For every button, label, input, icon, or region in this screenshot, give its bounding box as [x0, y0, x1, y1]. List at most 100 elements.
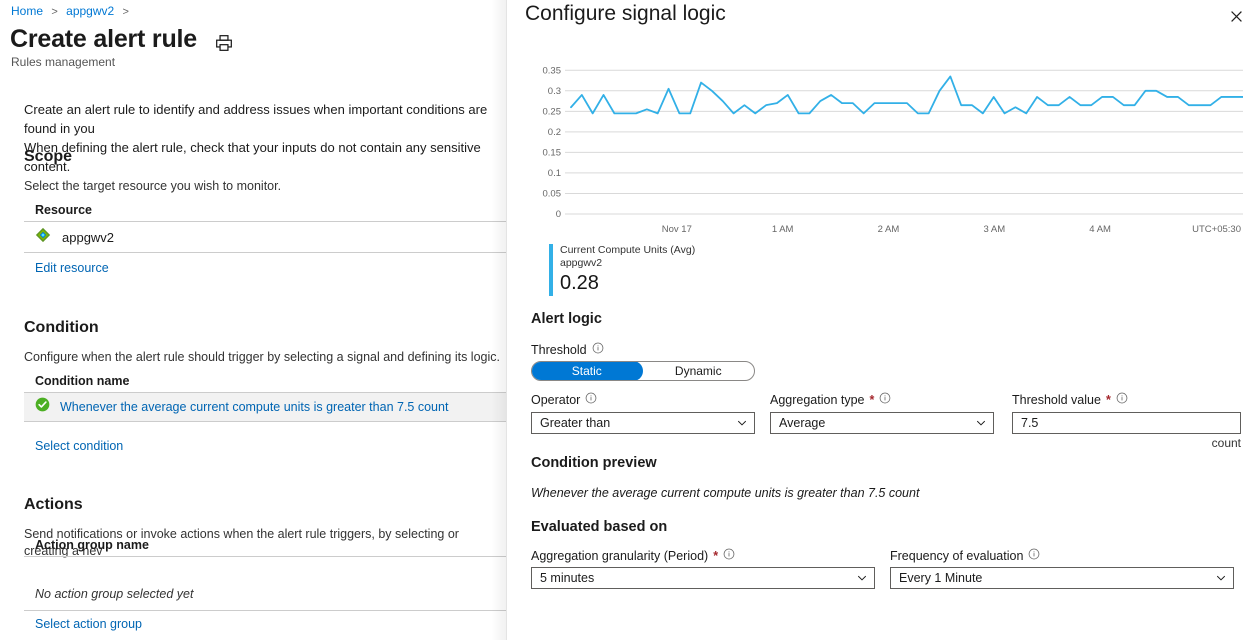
actions-heading: Actions [24, 496, 83, 513]
legend-text: Current Compute Units (Avg) appgwv2 0.28 [560, 244, 695, 296]
condition-preview-text: Whenever the average current compute uni… [531, 486, 920, 500]
operator-label: Operator [531, 392, 597, 407]
svg-text:0: 0 [556, 209, 561, 220]
frequency-of-evaluation-label: Frequency of evaluation [890, 548, 1040, 563]
breadcrumb-home[interactable]: Home [11, 4, 43, 18]
svg-text:4 AM: 4 AM [1089, 224, 1111, 235]
info-icon[interactable] [879, 392, 891, 407]
frequency-of-evaluation-label-text: Frequency of evaluation [890, 548, 1024, 563]
azure-create-alert-rule-screen: Home > appgwv2 > Create alert rule Rules… [0, 0, 1255, 640]
breadcrumb-resource[interactable]: appgwv2 [66, 4, 114, 18]
chevron-down-icon [736, 417, 748, 429]
resource-name: appgwv2 [62, 230, 115, 245]
aggregation-granularity-label: Aggregation granularity (Period) * [531, 548, 735, 563]
threshold-value-text: 7.5 [1021, 416, 1039, 430]
info-icon[interactable] [1116, 392, 1128, 407]
aggregation-granularity-label-text: Aggregation granularity (Period) [531, 548, 709, 563]
svg-text:0.2: 0.2 [548, 127, 561, 138]
threshold-value-label: Threshold value * [1012, 392, 1128, 407]
close-icon[interactable] [1223, 3, 1249, 29]
aggregation-granularity-value: 5 minutes [540, 571, 595, 585]
metric-chart: 0.35 0.3 0.25 0.2 0.15 0.1 0.05 0 Nov 17 1 AM 2 A… [531, 52, 1243, 302]
condition-row[interactable]: Whenever the average current compute uni… [24, 393, 506, 421]
condition-preview-heading: Condition preview [531, 455, 657, 471]
info-icon[interactable] [585, 392, 597, 407]
svg-text:0.15: 0.15 [543, 147, 562, 158]
required-marker: * [869, 392, 875, 407]
threshold-static-option[interactable]: Static [532, 362, 643, 380]
action-group-divider-bottom [24, 610, 506, 611]
condition-description: Configure when the alert rule should tri… [24, 350, 500, 364]
legend-metric-name: Current Compute Units (Avg) [560, 244, 696, 256]
info-icon[interactable] [723, 548, 735, 563]
threshold-dynamic-option[interactable]: Dynamic [643, 362, 755, 380]
success-check-icon [35, 397, 50, 417]
chevron-down-icon [975, 417, 987, 429]
svg-text:0.3: 0.3 [548, 86, 561, 97]
threshold-unit-label: count [1211, 436, 1241, 450]
breadcrumb: Home > appgwv2 > [11, 3, 134, 20]
application-gateway-icon [35, 227, 51, 248]
chevron-down-icon [856, 572, 868, 584]
aggregation-type-label-text: Aggregation type [770, 392, 865, 407]
edit-resource-link[interactable]: Edit resource [35, 261, 109, 275]
metric-chart-svg: 0.35 0.3 0.25 0.2 0.15 0.1 0.05 0 Nov 17 1 AM 2 A… [543, 65, 1243, 235]
chart-y-axis-labels: 0.35 0.3 0.25 0.2 0.15 0.1 0.05 0 [543, 65, 562, 220]
threshold-type-toggle[interactable]: Static Dynamic [531, 361, 755, 381]
resource-row[interactable]: appgwv2 [35, 227, 114, 248]
operator-value: Greater than [540, 416, 611, 430]
configure-signal-logic-panel: Configure signal logic 0.35 0.3 0.25 0.2 0.1… [506, 0, 1255, 640]
svg-text:2 AM: 2 AM [878, 224, 900, 235]
operator-select[interactable]: Greater than [531, 412, 755, 434]
select-condition-link[interactable]: Select condition [35, 439, 123, 453]
frequency-of-evaluation-select[interactable]: Every 1 Minute [890, 567, 1234, 589]
condition-heading: Condition [24, 319, 99, 336]
svg-text:UTC+05:30: UTC+05:30 [1192, 224, 1241, 235]
svg-text:1 AM: 1 AM [772, 224, 794, 235]
required-marker: * [1105, 392, 1111, 407]
breadcrumb-separator-2-icon: > [122, 6, 129, 18]
threshold-label: Threshold [531, 342, 604, 357]
svg-text:0.35: 0.35 [543, 65, 562, 76]
chart-x-axis-labels: Nov 17 1 AM 2 AM 3 AM 4 AM UTC+05:30 [662, 224, 1241, 235]
aggregation-type-select[interactable]: Average [770, 412, 994, 434]
action-group-column-header: Action group name [35, 538, 149, 552]
create-alert-rule-pane: Home > appgwv2 > Create alert rule Rules… [0, 0, 506, 640]
info-icon[interactable] [592, 342, 604, 357]
legend-resource-name: appgwv2 [560, 257, 603, 270]
condition-column-header: Condition name [35, 374, 130, 388]
resource-column-header: Resource [35, 203, 92, 217]
svg-text:Nov 17: Nov 17 [662, 224, 692, 235]
info-icon[interactable] [1028, 548, 1040, 563]
required-marker: * [713, 548, 719, 563]
condition-divider-bottom [24, 421, 506, 422]
operator-label-text: Operator [531, 392, 581, 407]
chart-legend: Current Compute Units (Avg) appgwv2 0.28 [549, 244, 695, 297]
breadcrumb-separator-icon: > [51, 6, 58, 18]
page-title: Create alert rule [10, 25, 197, 53]
intro-line-1: Create an alert rule to identify and add… [24, 102, 488, 136]
intro-line-2: When defining the alert rule, check that… [24, 140, 481, 174]
resource-divider-bottom [24, 252, 506, 253]
aggregation-granularity-select[interactable]: 5 minutes [531, 567, 875, 589]
action-group-divider-top [24, 556, 506, 557]
scope-description: Select the target resource you wish to m… [24, 179, 282, 193]
print-icon[interactable] [215, 34, 233, 52]
chart-series-line [570, 75, 1243, 115]
legend-color-swatch [549, 244, 553, 297]
resource-divider-top [24, 221, 506, 222]
condition-row-text: Whenever the average current compute uni… [60, 400, 449, 414]
evaluated-based-on-heading: Evaluated based on [531, 519, 668, 535]
svg-text:0.1: 0.1 [548, 168, 561, 179]
legend-current-value: 0.28 [560, 272, 599, 295]
threshold-label-text: Threshold [531, 342, 587, 357]
page-title-row: Create alert rule [10, 25, 233, 54]
frequency-of-evaluation-value: Every 1 Minute [899, 571, 983, 585]
threshold-value-input[interactable]: 7.5 [1012, 412, 1241, 434]
select-action-group-link[interactable]: Select action group [35, 617, 142, 631]
scope-heading: Scope [24, 148, 73, 165]
svg-text:3 AM: 3 AM [983, 224, 1005, 235]
threshold-value-label-text: Threshold value [1012, 392, 1101, 407]
aggregation-type-value: Average [779, 416, 826, 430]
svg-text:0.05: 0.05 [543, 188, 562, 199]
